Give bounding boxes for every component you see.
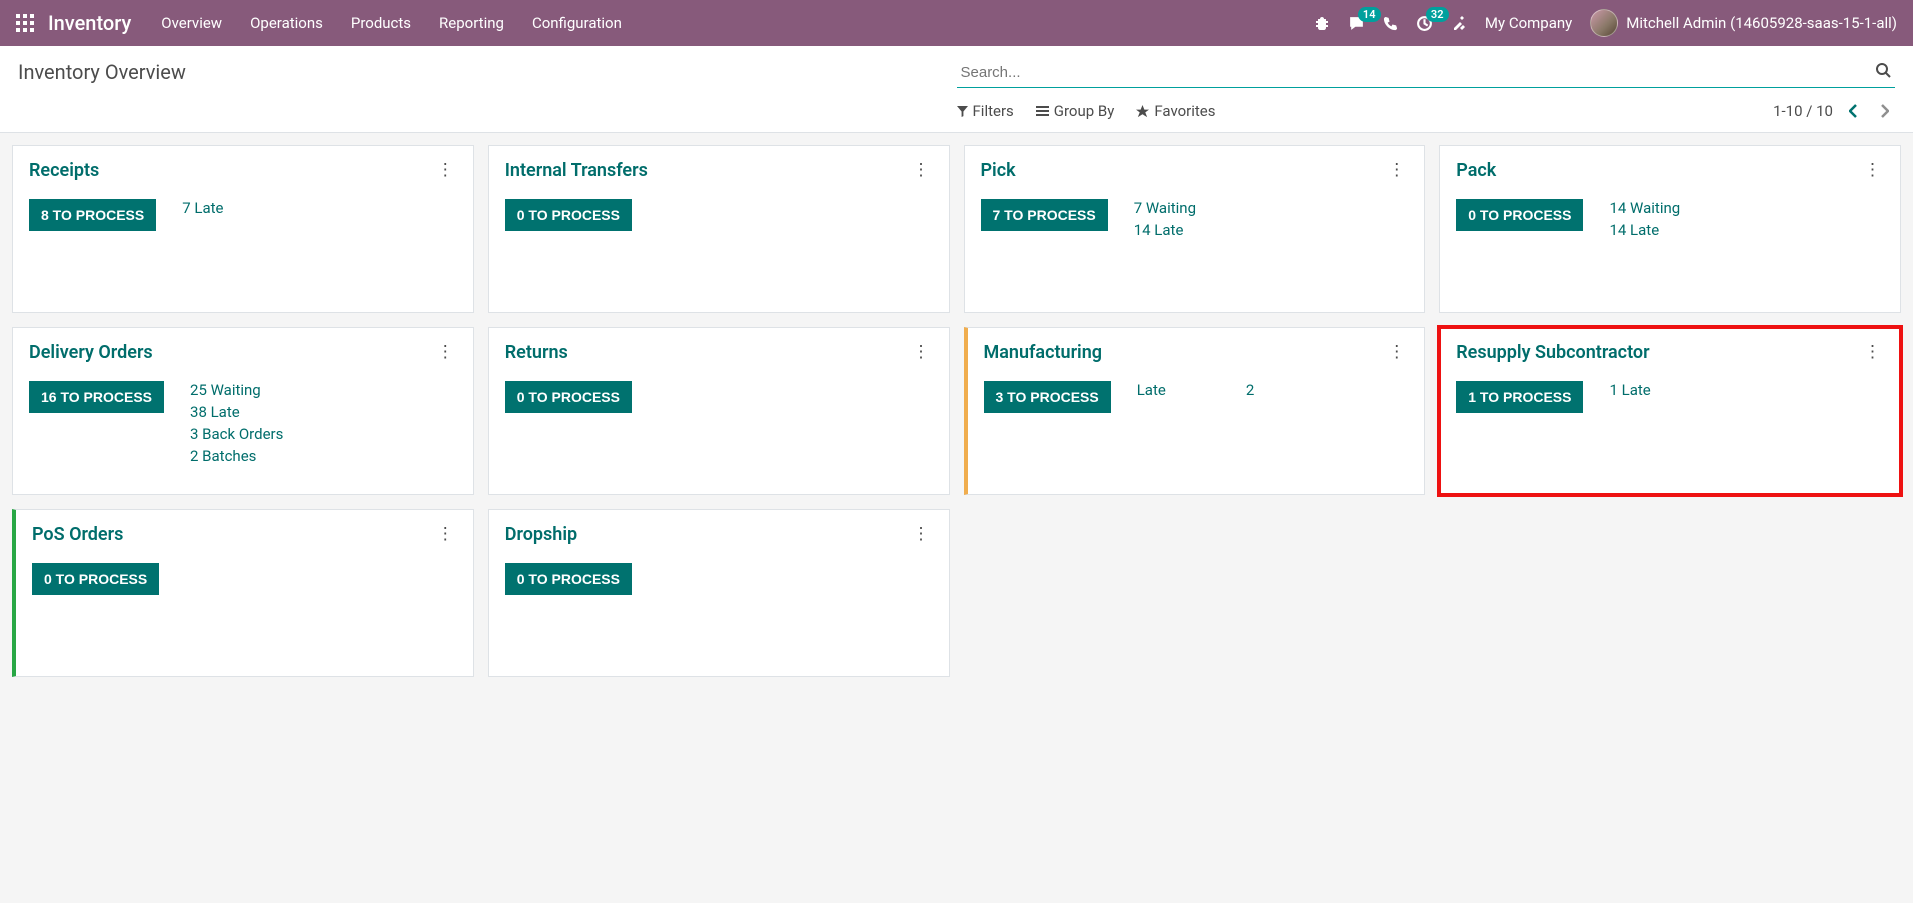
filters-button[interactable]: Filters (957, 102, 1014, 120)
process-button[interactable]: 0 TO PROCESS (1456, 199, 1583, 231)
user-name: Mitchell Admin (14605928-saas-15-1-all) (1626, 14, 1897, 32)
nav-reporting[interactable]: Reporting (439, 14, 504, 32)
nav-overview[interactable]: Overview (161, 14, 222, 32)
card-title[interactable]: Returns (505, 342, 568, 363)
pager-next[interactable] (1874, 104, 1895, 118)
card-title[interactable]: Manufacturing (984, 342, 1103, 363)
pager-text[interactable]: 1-10 / 10 (1773, 102, 1833, 120)
search-options: Filters Group By Favorites (957, 102, 1216, 120)
card-title[interactable]: Dropship (505, 524, 577, 545)
process-button[interactable]: 8 TO PROCESS (29, 199, 156, 231)
search-icon[interactable] (1875, 62, 1891, 78)
card-pack[interactable]: Pack ⋮ 0 TO PROCESS 14 Waiting 14 Late (1439, 145, 1901, 313)
avatar (1590, 9, 1618, 37)
stat-line[interactable]: 38 Late (190, 403, 283, 421)
company-selector[interactable]: My Company (1485, 14, 1572, 32)
stat-line[interactable]: 3 Back Orders (190, 425, 283, 443)
search-input[interactable] (957, 60, 1896, 88)
chevron-right-icon (1880, 104, 1889, 118)
phone-icon[interactable] (1383, 16, 1398, 31)
card-manufacturing[interactable]: Manufacturing ⋮ 3 TO PROCESS Late 2 (964, 327, 1426, 495)
card-menu-icon[interactable]: ⋮ (434, 342, 457, 362)
process-button[interactable]: 0 TO PROCESS (32, 563, 159, 595)
star-icon (1136, 105, 1149, 118)
card-menu-icon[interactable]: ⋮ (910, 524, 933, 544)
stat-line[interactable]: 7 Late (182, 199, 223, 217)
stat-label[interactable]: Late (1137, 381, 1166, 399)
nav-configuration[interactable]: Configuration (532, 14, 622, 32)
card-menu-icon[interactable]: ⋮ (1861, 342, 1884, 362)
bug-icon[interactable] (1314, 15, 1330, 31)
filter-icon (957, 106, 968, 117)
process-button[interactable]: 0 TO PROCESS (505, 381, 632, 413)
card-title[interactable]: Receipts (29, 160, 99, 181)
card-menu-icon[interactable]: ⋮ (910, 160, 933, 180)
card-returns[interactable]: Returns ⋮ 0 TO PROCESS (488, 327, 950, 495)
user-menu[interactable]: Mitchell Admin (14605928-saas-15-1-all) (1590, 9, 1897, 37)
groupby-button[interactable]: Group By (1036, 102, 1115, 120)
card-title[interactable]: Resupply Subcontractor (1456, 342, 1649, 363)
card-menu-icon[interactable]: ⋮ (1861, 160, 1884, 180)
tools-icon[interactable] (1451, 15, 1467, 31)
card-delivery-orders[interactable]: Delivery Orders ⋮ 16 TO PROCESS 25 Waiti… (12, 327, 474, 495)
card-title[interactable]: PoS Orders (32, 524, 123, 545)
stat-value[interactable]: 2 (1246, 381, 1254, 399)
card-menu-icon[interactable]: ⋮ (1385, 342, 1408, 362)
stat-line[interactable]: 14 Late (1609, 221, 1680, 239)
stat-line[interactable]: 7 Waiting (1134, 199, 1196, 217)
groupby-label: Group By (1054, 102, 1115, 120)
nav-products[interactable]: Products (351, 14, 411, 32)
nav-operations[interactable]: Operations (250, 14, 323, 32)
stat-line[interactable]: 1 Late (1609, 381, 1650, 399)
card-pos-orders[interactable]: PoS Orders ⋮ 0 TO PROCESS (12, 509, 474, 677)
card-menu-icon[interactable]: ⋮ (1385, 160, 1408, 180)
stat-line[interactable]: 14 Waiting (1609, 199, 1680, 217)
card-menu-icon[interactable]: ⋮ (434, 524, 457, 544)
favorites-button[interactable]: Favorites (1136, 102, 1215, 120)
card-title[interactable]: Internal Transfers (505, 160, 648, 181)
pager-prev[interactable] (1843, 104, 1864, 118)
favorites-label: Favorites (1154, 102, 1215, 120)
app-brand[interactable]: Inventory (48, 11, 131, 35)
list-icon (1036, 106, 1049, 117)
pager: 1-10 / 10 (1773, 102, 1895, 120)
page-title: Inventory Overview (18, 60, 186, 84)
card-receipts[interactable]: Receipts ⋮ 8 TO PROCESS 7 Late (12, 145, 474, 313)
control-panel: Inventory Overview Filters Group By (0, 46, 1913, 133)
card-menu-icon[interactable]: ⋮ (910, 342, 933, 362)
process-button[interactable]: 0 TO PROCESS (505, 563, 632, 595)
chevron-left-icon (1849, 104, 1858, 118)
process-button[interactable]: 7 TO PROCESS (981, 199, 1108, 231)
kanban-view: Receipts ⋮ 8 TO PROCESS 7 Late Internal … (0, 133, 1913, 689)
stat-line[interactable]: 2 Batches (190, 447, 283, 465)
card-resupply-subcontractor[interactable]: Resupply Subcontractor ⋮ 1 TO PROCESS 1 … (1439, 327, 1901, 495)
nav-right: 14 32 My Company Mitchell Admin (1460592… (1314, 9, 1897, 37)
card-title[interactable]: Pack (1456, 160, 1496, 181)
card-menu-icon[interactable]: ⋮ (434, 160, 457, 180)
process-button[interactable]: 1 TO PROCESS (1456, 381, 1583, 413)
activity-icon[interactable]: 32 (1416, 15, 1433, 32)
apps-icon[interactable] (16, 14, 34, 32)
messages-icon[interactable]: 14 (1348, 15, 1365, 32)
activity-badge: 32 (1426, 7, 1449, 22)
card-internal-transfers[interactable]: Internal Transfers ⋮ 0 TO PROCESS (488, 145, 950, 313)
card-title[interactable]: Pick (981, 160, 1016, 181)
filters-label: Filters (973, 102, 1014, 120)
nav-menu: Overview Operations Products Reporting C… (161, 14, 1314, 32)
process-button[interactable]: 0 TO PROCESS (505, 199, 632, 231)
stat-line[interactable]: 25 Waiting (190, 381, 283, 399)
process-button[interactable]: 16 TO PROCESS (29, 381, 164, 413)
card-dropship[interactable]: Dropship ⋮ 0 TO PROCESS (488, 509, 950, 677)
messages-badge: 14 (1358, 7, 1381, 22)
stat-line[interactable]: 14 Late (1134, 221, 1196, 239)
card-pick[interactable]: Pick ⋮ 7 TO PROCESS 7 Waiting 14 Late (964, 145, 1426, 313)
top-navbar: Inventory Overview Operations Products R… (0, 0, 1913, 46)
card-title[interactable]: Delivery Orders (29, 342, 153, 363)
process-button[interactable]: 3 TO PROCESS (984, 381, 1111, 413)
